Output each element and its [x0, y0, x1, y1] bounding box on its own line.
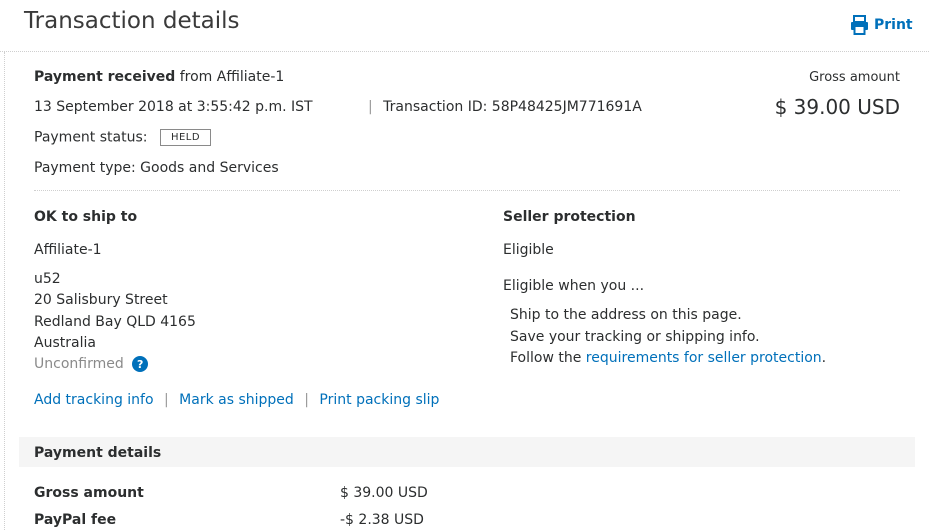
protection-requirement: Ship to the address on this page. — [510, 307, 742, 323]
transaction-id: Transaction ID: 58P48425JM771691A — [383, 99, 642, 115]
payment-status-line: Payment status: HELD — [34, 129, 212, 146]
payment-details-header: Payment details — [19, 437, 915, 467]
payment-from: from Affiliate-1 — [179, 69, 285, 85]
follow-suffix: . — [821, 350, 827, 366]
separator-pipe: | — [368, 99, 373, 115]
protection-requirement: Save your tracking or shipping info. — [510, 329, 760, 345]
payment-received-line: Payment received from Affiliate-1 — [34, 69, 284, 85]
payment-received-label: Payment received — [34, 69, 176, 85]
eligible-when-text: Eligible when you ... — [503, 278, 645, 294]
separator-pipe: | — [164, 392, 169, 408]
add-tracking-link[interactable]: Add tracking info — [34, 392, 154, 408]
print-packing-slip-link[interactable]: Print packing slip — [319, 392, 439, 408]
transaction-datetime: 13 September 2018 at 3:55:42 p.m. IST — [34, 99, 313, 115]
printer-icon — [850, 15, 869, 35]
detail-value: -$ 2.38 USD — [340, 512, 424, 528]
status-badge: HELD — [159, 129, 212, 146]
gross-amount-label: Gross amount — [809, 70, 900, 85]
address-line: Australia — [34, 335, 96, 351]
transaction-id-line: | Transaction ID: 58P48425JM771691A — [368, 99, 642, 115]
address-line: 20 Salisbury Street — [34, 292, 168, 308]
print-button[interactable]: Print — [850, 15, 913, 35]
shipping-actions: Add tracking info | Mark as shipped | Pr… — [34, 392, 439, 408]
detail-label: Gross amount — [34, 485, 144, 501]
address-line: Redland Bay QLD 4165 — [34, 314, 196, 330]
detail-value: $ 39.00 USD — [340, 485, 428, 501]
follow-prefix: Follow the — [510, 350, 586, 366]
ship-to-name: Affiliate-1 — [34, 242, 102, 258]
seller-protection-heading: Seller protection — [503, 209, 636, 225]
mark-shipped-link[interactable]: Mark as shipped — [179, 392, 294, 408]
address-status: Unconfirmed ? — [34, 356, 149, 372]
ship-to-heading: OK to ship to — [34, 209, 138, 225]
payment-status-label: Payment status: — [34, 129, 148, 146]
address-line: u52 — [34, 271, 61, 287]
protection-requirement-follow: Follow the requirements for seller prote… — [510, 350, 826, 366]
payment-type: Payment type: Goods and Services — [34, 160, 279, 176]
separator-pipe: | — [304, 392, 309, 408]
print-label: Print — [874, 17, 913, 33]
section-divider — [34, 190, 900, 191]
gross-amount-value: $ 39.00 USD — [774, 95, 900, 119]
protection-status: Eligible — [503, 242, 554, 258]
seller-protection-requirements-link[interactable]: requirements for seller protection — [586, 350, 822, 366]
left-border — [4, 52, 5, 530]
unconfirmed-label: Unconfirmed — [34, 356, 124, 372]
payment-details-title: Payment details — [34, 445, 162, 461]
page-title: Transaction details — [24, 8, 240, 34]
detail-label: PayPal fee — [34, 512, 117, 528]
help-icon[interactable]: ? — [132, 356, 149, 372]
page-header: Transaction details Print — [0, 0, 929, 52]
